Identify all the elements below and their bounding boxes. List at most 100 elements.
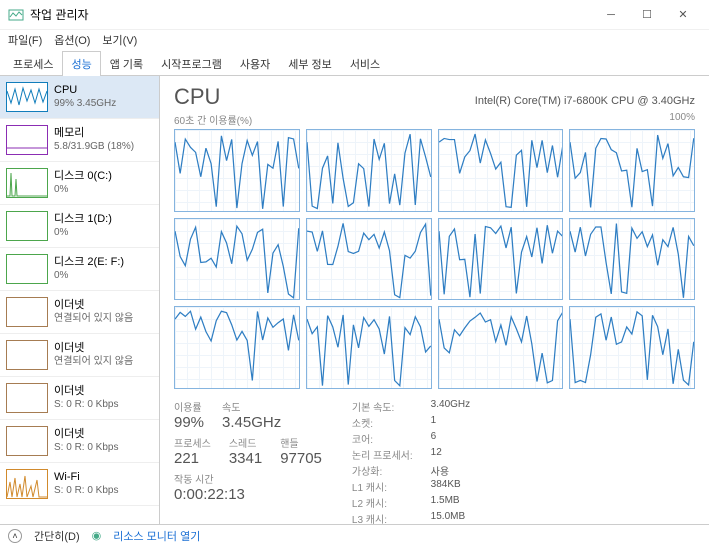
sidebar-item-wifi-9[interactable]: Wi-Fi S: 0 R: 0 Kbps xyxy=(0,463,159,506)
detail-value: 1 xyxy=(431,415,470,430)
stat-프로세스: 프로세스221 xyxy=(174,435,211,467)
main-panel: CPU Intel(R) Core(TM) i7-6800K CPU @ 3.4… xyxy=(160,76,709,524)
sidebar-item-value: 0% xyxy=(54,270,124,282)
sidebar-item-mem-1[interactable]: 메모리 5.8/31.9GB (18%) xyxy=(0,119,159,162)
thumb-icon xyxy=(6,340,48,370)
stats-right: 기본 속도:3.40GHz소켓:1코어:6논리 프로세서:12가상화:사용L1 … xyxy=(352,399,470,524)
tab-processes[interactable]: 프로세스 xyxy=(4,51,62,76)
sidebar-info: 디스크 0(C:) 0% xyxy=(54,170,112,195)
sidebar-info: 이더넷 연결되어 있지 않음 xyxy=(54,299,133,324)
sidebar-info: 메모리 5.8/31.9GB (18%) xyxy=(54,127,134,152)
cpu-model: Intel(R) Core(TM) i7-6800K CPU @ 3.40GHz xyxy=(475,95,695,107)
menu-options[interactable]: 옵션(O) xyxy=(54,32,90,48)
cpu-grid[interactable] xyxy=(174,129,695,389)
sidebar-info: 디스크 1(D:) 0% xyxy=(54,213,112,238)
sidebar-info: Wi-Fi S: 0 R: 0 Kbps xyxy=(54,471,118,496)
detail-label: 가상화: xyxy=(352,463,413,478)
statusbar: ˄ 간단히(D) ◉ 리소스 모니터 열기 xyxy=(0,524,709,546)
menubar: 파일(F) 옵션(O) 보기(V) xyxy=(0,30,709,50)
sidebar-info: 이더넷 S: 0 R: 0 Kbps xyxy=(54,428,118,453)
stat-uptime: 작동 시간 0:00:22:13 xyxy=(174,471,322,503)
stats-left: 이용률99% 속도3.45GHz 프로세스221 스레드3341 핸들97705 작동… xyxy=(174,399,322,524)
cpu-core-8 xyxy=(174,306,300,389)
graph-label-right: 100% xyxy=(669,112,695,127)
titlebar: 작업 관리자 ─ ☐ ✕ xyxy=(0,0,709,30)
minimize-button[interactable]: ─ xyxy=(593,1,629,29)
cpu-core-6 xyxy=(438,218,564,301)
stat-이용률: 이용률99% xyxy=(174,399,204,431)
sidebar-item-value: 5.8/31.9GB (18%) xyxy=(54,141,134,153)
sidebar-item-label: 메모리 xyxy=(54,127,134,140)
detail-label: 논리 프로세서: xyxy=(352,447,413,462)
thumb-icon xyxy=(6,82,48,112)
tabbar: 프로세스 성능 앱 기록 시작프로그램 사용자 세부 정보 서비스 xyxy=(0,50,709,76)
detail-value: 15.0MB xyxy=(431,511,470,524)
menu-view[interactable]: 보기(V) xyxy=(102,32,137,48)
stat-value: 99% xyxy=(174,414,204,431)
detail-value: 3.40GHz xyxy=(431,399,470,414)
sidebar-item-disk-4[interactable]: 디스크 2(E: F:) 0% xyxy=(0,248,159,291)
detail-label: 소켓: xyxy=(352,415,413,430)
content: CPU 99% 3.45GHz 메모리 5.8/31.9GB (18%) 디스크… xyxy=(0,76,709,524)
sidebar-item-net-5[interactable]: 이더넷 연결되어 있지 않음 xyxy=(0,291,159,334)
stat-label: 프로세스 xyxy=(174,435,211,450)
detail-value: 1.5MB xyxy=(431,495,470,510)
detail-label: 코어: xyxy=(352,431,413,446)
stats: 이용률99% 속도3.45GHz 프로세스221 스레드3341 핸들97705 작동… xyxy=(174,399,695,524)
cpu-core-7 xyxy=(569,218,695,301)
tab-details[interactable]: 세부 정보 xyxy=(279,51,341,76)
stat-핸들: 핸들97705 xyxy=(280,435,322,467)
stat-value: 221 xyxy=(174,450,211,467)
chevron-up-icon[interactable]: ˄ xyxy=(8,529,22,543)
sidebar-item-label: 이더넷 xyxy=(54,342,133,355)
sidebar-item-value: 0% xyxy=(54,184,112,196)
sidebar-item-disk-2[interactable]: 디스크 0(C:) 0% xyxy=(0,162,159,205)
sidebar-item-label: Wi-Fi xyxy=(54,471,118,484)
detail-label: L1 캐시: xyxy=(352,479,413,494)
open-resmon-link[interactable]: 리소스 모니터 열기 xyxy=(113,528,200,544)
tab-services[interactable]: 서비스 xyxy=(341,51,389,76)
thumb-icon xyxy=(6,125,48,155)
thumb-icon xyxy=(6,469,48,499)
tab-performance[interactable]: 성능 xyxy=(62,51,100,76)
detail-label: 기본 속도: xyxy=(352,399,413,414)
stat-value: 97705 xyxy=(280,450,322,467)
cpu-core-11 xyxy=(569,306,695,389)
cpu-core-2 xyxy=(438,129,564,212)
sidebar-item-value: S: 0 R: 0 Kbps xyxy=(54,485,118,497)
menu-file[interactable]: 파일(F) xyxy=(8,32,42,48)
sidebar-item-cpu-0[interactable]: CPU 99% 3.45GHz xyxy=(0,76,159,119)
page-title: CPU xyxy=(174,84,220,110)
window-controls: ─ ☐ ✕ xyxy=(593,1,701,29)
sidebar-item-label: 디스크 2(E: F:) xyxy=(54,256,124,269)
stat-스레드: 스레드3341 xyxy=(229,435,262,467)
sidebar-item-net-8[interactable]: 이더넷 S: 0 R: 0 Kbps xyxy=(0,420,159,463)
cpu-core-10 xyxy=(438,306,564,389)
thumb-icon xyxy=(6,254,48,284)
tab-users[interactable]: 사용자 xyxy=(231,51,279,76)
detail-value: 384KB xyxy=(431,479,470,494)
sidebar-item-net-7[interactable]: 이더넷 S: 0 R: 0 Kbps xyxy=(0,377,159,420)
fewer-details[interactable]: 간단히(D) xyxy=(34,528,80,544)
stat-value: 3.45GHz xyxy=(222,414,281,431)
sidebar-item-label: 이더넷 xyxy=(54,299,133,312)
uptime-label: 작동 시간 xyxy=(174,471,322,486)
thumb-icon xyxy=(6,168,48,198)
sidebar: CPU 99% 3.45GHz 메모리 5.8/31.9GB (18%) 디스크… xyxy=(0,76,160,524)
sidebar-item-value: S: 0 R: 0 Kbps xyxy=(54,442,118,454)
stat-label: 속도 xyxy=(222,399,281,414)
stat-row-1: 이용률99% 속도3.45GHz xyxy=(174,399,322,431)
tab-startup[interactable]: 시작프로그램 xyxy=(152,51,231,76)
thumb-icon xyxy=(6,297,48,327)
graph-subheader: 60초 간 이용률(%) 100% xyxy=(174,112,695,127)
stat-속도: 속도3.45GHz xyxy=(222,399,281,431)
thumb-icon xyxy=(6,211,48,241)
sidebar-item-net-6[interactable]: 이더넷 연결되어 있지 않음 xyxy=(0,334,159,377)
close-button[interactable]: ✕ xyxy=(665,1,701,29)
cpu-core-1 xyxy=(306,129,432,212)
main-header: CPU Intel(R) Core(TM) i7-6800K CPU @ 3.4… xyxy=(174,84,695,110)
sidebar-item-disk-3[interactable]: 디스크 1(D:) 0% xyxy=(0,205,159,248)
app-icon xyxy=(8,7,24,23)
tab-apphistory[interactable]: 앱 기록 xyxy=(101,51,152,76)
maximize-button[interactable]: ☐ xyxy=(629,1,665,29)
